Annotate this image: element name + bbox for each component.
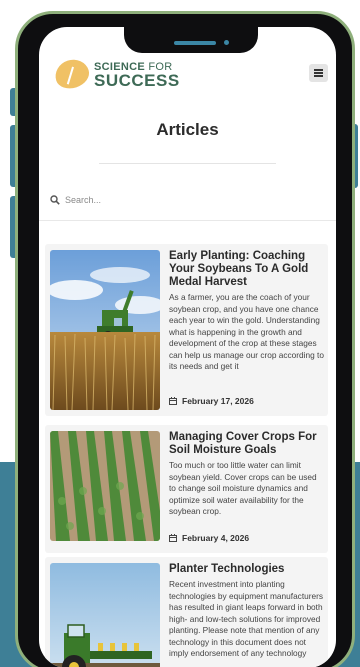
article-title[interactable]: Managing Cover Crops For Soil Moisture G… — [169, 431, 325, 457]
article-date: February 4, 2026 — [169, 533, 249, 543]
calendar-icon — [169, 397, 177, 405]
article-title[interactable]: Early Planting: Coaching Your Soybeans T… — [169, 250, 325, 289]
article-card[interactable]: Early Planting: Coaching Your Soybeans T… — [45, 244, 328, 416]
phone-notch — [124, 26, 258, 53]
search-bar — [39, 184, 336, 222]
article-body: Managing Cover Crops For Soil Moisture G… — [169, 431, 325, 518]
phone-frame: SCIENCE FOR SUCCESS Articles Search... E… — [15, 11, 355, 667]
hamburger-menu-icon[interactable] — [309, 64, 328, 82]
combine-harvester-image[interactable] — [50, 250, 160, 410]
article-title[interactable]: Planter Technologies — [169, 563, 325, 576]
article-card[interactable]: Planter Technologies Recent investment i… — [45, 557, 328, 667]
speaker-icon — [174, 41, 216, 45]
article-date: February 17, 2026 — [169, 396, 254, 406]
search-icon — [50, 195, 60, 205]
camera-icon — [224, 40, 229, 45]
divider — [39, 220, 336, 221]
article-date-text: February 4, 2026 — [182, 533, 250, 543]
search-input[interactable] — [65, 191, 315, 209]
article-excerpt: Recent investment into planting technolo… — [169, 579, 324, 658]
article-excerpt: As a farmer, you are the coach of your s… — [169, 292, 324, 371]
calendar-icon — [169, 534, 177, 542]
article-body: Planter Technologies Recent investment i… — [169, 563, 325, 660]
article-excerpt: Too much or too little water can limit s… — [169, 460, 317, 516]
tractor-planter-image[interactable] — [50, 563, 160, 667]
phone-screen: SCIENCE FOR SUCCESS Articles Search... E… — [39, 27, 336, 667]
page-title: Articles — [156, 120, 219, 139]
crop-rows-image[interactable] — [50, 431, 160, 541]
article-date-text: February 17, 2026 — [182, 396, 254, 406]
logo-icon[interactable] — [51, 55, 93, 93]
article-body: Early Planting: Coaching Your Soybeans T… — [169, 250, 325, 373]
article-card[interactable]: Managing Cover Crops For Soil Moisture G… — [45, 425, 328, 553]
divider — [99, 163, 276, 164]
logo-text-bottom[interactable]: SUCCESS — [94, 71, 180, 91]
